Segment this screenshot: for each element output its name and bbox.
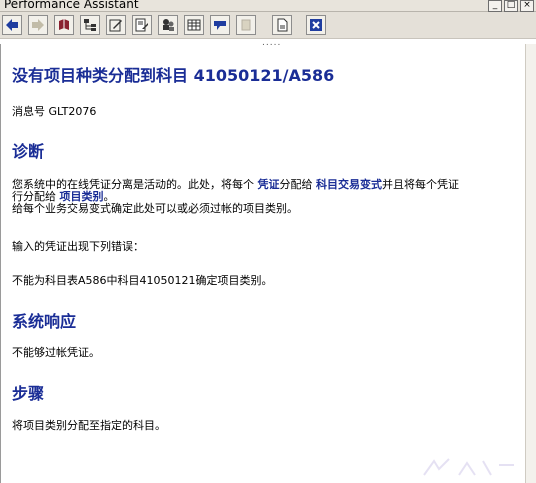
arrow-right-icon — [32, 19, 44, 31]
system-response-text: 不能够过帐凭证。 — [12, 346, 100, 359]
close-icon — [310, 19, 322, 31]
maximize-button[interactable]: □ — [504, 0, 518, 12]
note-icon — [135, 18, 148, 32]
window-title: Performance Assistant — [4, 0, 139, 11]
users-button[interactable] — [158, 15, 178, 35]
error-detail: 不能为科目表A586中科目41050121确定项目类别。 — [12, 274, 273, 287]
diagnosis-text: 您系统中的在线凭证分离是活动的。此处，将每个 凭证分配给 科目交易变式并且将每个… — [12, 178, 459, 215]
bookmark-button[interactable] — [210, 15, 230, 35]
users-icon — [163, 19, 174, 31]
section-procedure-title: 步骤 — [12, 384, 45, 403]
book-icon — [59, 19, 69, 30]
print-button[interactable] — [272, 15, 292, 35]
link-transaction-variant[interactable]: 科目交易变式 — [316, 178, 382, 191]
note-button[interactable] — [132, 15, 152, 35]
tree-icon — [84, 19, 96, 31]
table-icon — [187, 19, 201, 31]
arrow-left-icon — [6, 19, 18, 31]
toolbar — [0, 12, 536, 39]
section-diagnosis-title: 诊断 — [12, 142, 45, 161]
forward-button[interactable] — [28, 15, 48, 35]
message-number: 消息号 GLT2076 — [12, 105, 97, 118]
exit-button[interactable] — [306, 15, 326, 35]
document-icon — [277, 18, 288, 32]
link-voucher[interactable]: 凭证 — [258, 178, 280, 191]
minimize-button[interactable]: _ — [488, 0, 502, 12]
watermark-logo — [423, 458, 514, 476]
book-button[interactable] — [54, 15, 74, 35]
edit-icon — [109, 19, 122, 32]
page-title: 没有项目种类分配到科目 41050121/A586 — [12, 66, 335, 85]
help-content: 没有项目种类分配到科目 41050121/A586 消息号 GLT2076 诊断… — [0, 44, 525, 483]
procedure-text: 将项目类别分配至指定的科目。 — [12, 419, 166, 432]
table-button[interactable] — [184, 15, 204, 35]
error-intro: 输入的凭证出现下列错误： — [12, 240, 144, 253]
vertical-scrollbar[interactable] — [525, 44, 536, 483]
structure-button[interactable] — [80, 15, 100, 35]
edit-button[interactable] — [106, 15, 126, 35]
settings-icon — [241, 19, 251, 31]
settings-button[interactable] — [236, 15, 256, 35]
title-bar: Performance Assistant _ □ × — [0, 0, 536, 12]
section-system-response-title: 系统响应 — [12, 312, 77, 331]
close-button[interactable]: × — [520, 0, 534, 12]
back-button[interactable] — [2, 15, 22, 35]
bookmark-icon — [214, 21, 226, 30]
